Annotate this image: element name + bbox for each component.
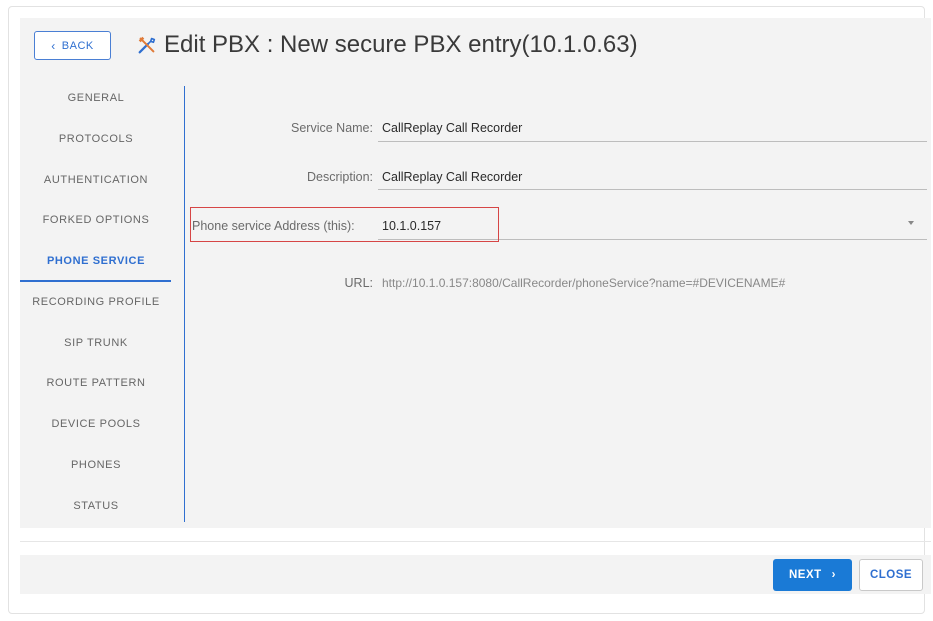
chevron-right-icon: ›: [831, 569, 836, 581]
sidebar-item-route-pattern[interactable]: ROUTE PATTERN: [20, 363, 172, 403]
sidebar-item-protocols[interactable]: PROTOCOLS: [20, 119, 172, 159]
sidebar-divider: [184, 86, 185, 522]
phone-service-address-select[interactable]: 10.1.0.157: [382, 219, 441, 233]
title-group: Edit PBX : New secure PBX entry(10.1.0.6…: [136, 31, 638, 59]
next-button-label: NEXT: [788, 569, 822, 581]
close-button-label: CLOSE: [869, 569, 913, 581]
dialog-header: ‹ BACK Edit PBX : New secure PBX entry(1…: [20, 18, 931, 76]
next-button[interactable]: NEXT ›: [773, 559, 852, 591]
phone-service-address-underline: [378, 239, 927, 240]
service-name-underline: [378, 141, 927, 142]
back-button-label: BACK: [61, 39, 94, 52]
sidebar-item-forked-options[interactable]: FORKED OPTIONS: [20, 200, 172, 240]
footer-divider: [20, 541, 931, 542]
description-label: Description:: [307, 170, 373, 184]
sidebar-item-authentication[interactable]: AUTHENTICATION: [20, 160, 172, 200]
sidebar-item-recording-profile[interactable]: RECORDING PROFILE: [20, 282, 172, 322]
dropdown-arrow-icon[interactable]: [908, 221, 914, 225]
sidebar-item-general[interactable]: GENERAL: [20, 78, 172, 118]
back-button[interactable]: ‹ BACK: [34, 31, 111, 60]
service-name-label: Service Name:: [291, 121, 373, 135]
sidebar-item-device-pools[interactable]: DEVICE POOLS: [20, 404, 172, 444]
page-title: Edit PBX : New secure PBX entry(10.1.0.6…: [164, 31, 638, 58]
description-underline: [378, 189, 927, 190]
chevron-left-icon: ‹: [51, 38, 56, 53]
sidebar-item-status[interactable]: STATUS: [20, 486, 172, 526]
sidebar-item-phones[interactable]: PHONES: [20, 445, 172, 485]
sidebar-item-phone-service[interactable]: PHONE SERVICE: [20, 241, 172, 281]
close-button[interactable]: CLOSE: [859, 559, 923, 591]
url-value: http://10.1.0.157:8080/CallRecorder/phon…: [382, 276, 786, 290]
service-name-input[interactable]: CallReplay Call Recorder: [382, 121, 522, 135]
description-input[interactable]: CallReplay Call Recorder: [382, 170, 522, 184]
dialog-body: GENERAL PROTOCOLS AUTHENTICATION FORKED …: [20, 76, 931, 528]
dialog-footer: NEXT › CLOSE: [20, 555, 931, 594]
sidebar-item-sip-trunk[interactable]: SIP TRUNK: [20, 323, 172, 363]
tools-icon: [138, 36, 156, 54]
sidebar-nav: GENERAL PROTOCOLS AUTHENTICATION FORKED …: [20, 76, 184, 528]
phone-service-address-label: Phone service Address (this):: [192, 219, 355, 233]
url-label: URL:: [344, 276, 373, 290]
